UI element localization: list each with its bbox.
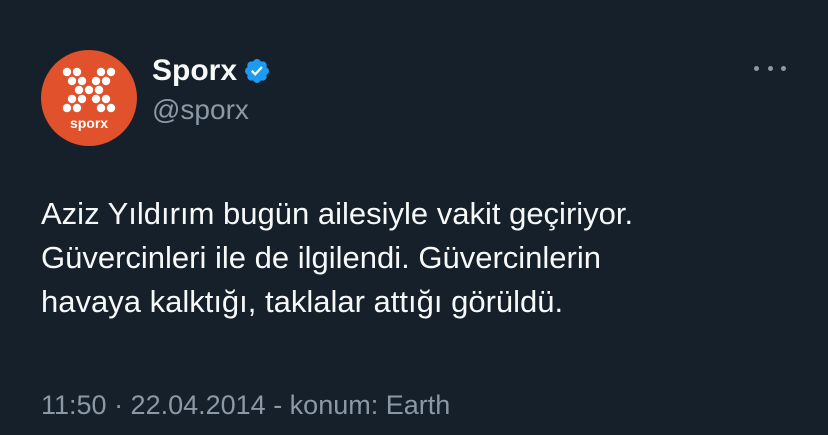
author-line: Sporx [152,51,271,91]
tweet-text: Aziz Yıldırım bugün ailesiyle vakit geçi… [41,192,801,324]
verified-badge-icon [243,57,271,85]
avatar-logo-text: sporx [70,115,108,131]
author-handle[interactable]: @sporx [152,90,249,130]
avatar[interactable]: sporx [41,50,137,146]
tweet-text-line: Güvercinleri ile de ilgilendi. Güvercinl… [41,240,601,275]
more-dot [781,65,786,71]
more-dot [754,65,759,71]
tweet-text-line: havaya kalktığı, taklalar attığı görüldü… [41,284,564,319]
sporx-logo-icon: sporx [62,67,116,131]
more-dot [767,65,773,71]
display-name[interactable]: Sporx [152,51,237,91]
tweet-timestamp[interactable]: 11:50 · 22.04.2014 - konum: Earth [41,386,450,424]
more-options-icon[interactable] [752,56,788,80]
tweet-card: sporx Sporx @sporx Aziz Yıldırım bugün a… [0,0,828,435]
tweet-text-line: Aziz Yıldırım bugün ailesiyle vakit geçi… [41,196,634,231]
